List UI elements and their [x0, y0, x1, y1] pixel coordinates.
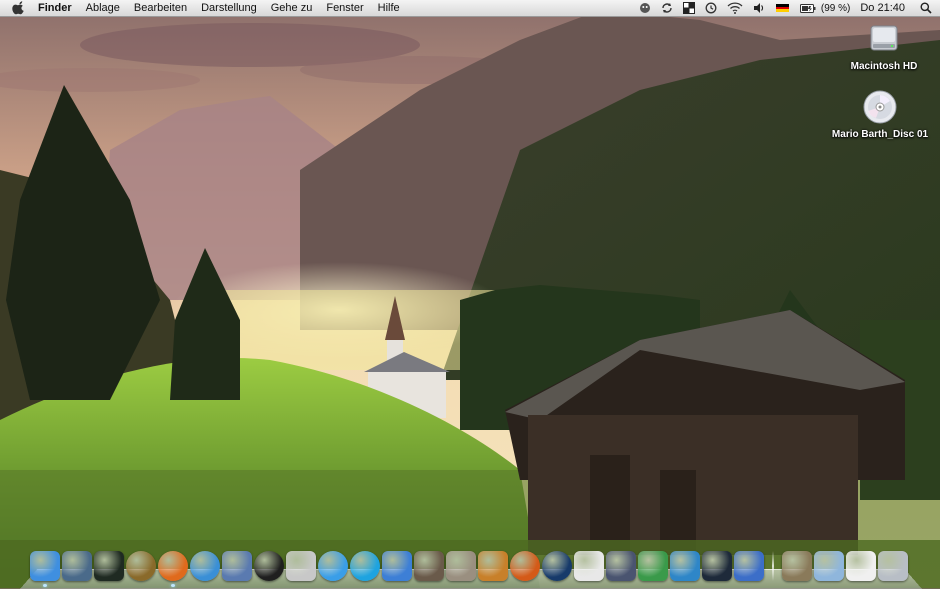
menu-clock[interactable]: Do 21:40: [860, 2, 905, 14]
numbers-icon[interactable]: [638, 551, 668, 581]
garageband-icon[interactable]: [478, 551, 508, 581]
desktop-icon-disc[interactable]: Mario Barth_Disc 01: [820, 90, 940, 142]
documents-stack-icon[interactable]: [846, 551, 876, 581]
preview-icon[interactable]: [222, 551, 252, 581]
menu-bearbeiten[interactable]: Bearbeiten: [134, 2, 187, 14]
battery-icon[interactable]: [799, 3, 816, 13]
safari-icon[interactable]: [190, 551, 220, 581]
status-area: (99 %) Do 21:40: [634, 0, 940, 16]
menu-darstellung[interactable]: Darstellung: [201, 2, 257, 14]
menu-fenster[interactable]: Fenster: [326, 2, 363, 14]
volume-icon[interactable]: [753, 2, 765, 14]
menu-bar: Finder Ablage Bearbeiten Darstellung Geh…: [0, 0, 940, 17]
wifi-icon[interactable]: [727, 2, 743, 14]
quill-icon[interactable]: [606, 551, 636, 581]
spotlight-icon[interactable]: [920, 2, 932, 14]
desktop-icon-label: Mario Barth_Disc 01: [831, 129, 929, 140]
wunderlist-icon[interactable]: [670, 551, 700, 581]
ichat-icon[interactable]: [318, 551, 348, 581]
running-indicator: [43, 584, 47, 587]
adium-icon[interactable]: [286, 551, 316, 581]
xcode-icon[interactable]: [734, 551, 764, 581]
activity-monitor-icon[interactable]: [94, 551, 124, 581]
menu-finder[interactable]: Finder: [38, 2, 72, 14]
image-capture-icon[interactable]: [446, 551, 476, 581]
dock: [30, 545, 920, 587]
downloads-stack-icon[interactable]: [782, 551, 812, 581]
skype-icon[interactable]: [350, 551, 380, 581]
menu-ablage[interactable]: Ablage: [86, 2, 120, 14]
menu-hilfe[interactable]: Hilfe: [378, 2, 400, 14]
trash-icon[interactable]: [878, 551, 908, 581]
eyetv-icon[interactable]: [702, 551, 732, 581]
dashboard-icon[interactable]: [62, 551, 92, 581]
desktop-icon-label: Macintosh HD: [850, 61, 918, 72]
gauge-icon[interactable]: [126, 551, 156, 581]
burn-icon[interactable]: [254, 551, 284, 581]
itunes-icon[interactable]: [382, 551, 412, 581]
menu-gehe-zu[interactable]: Gehe zu: [271, 2, 313, 14]
desktop-wallpaper: [0, 0, 940, 588]
battery-percent: (99 %): [820, 2, 851, 14]
applications-folder-icon[interactable]: [814, 551, 844, 581]
disc-icon: [863, 90, 897, 124]
growl-icon[interactable]: [639, 2, 651, 14]
sp-icon[interactable]: [542, 551, 572, 581]
finder-icon[interactable]: [30, 551, 60, 587]
desktop-icon-macintosh-hd[interactable]: Macintosh HD: [824, 22, 940, 74]
hard-drive-icon: [868, 22, 900, 56]
document-icon[interactable]: [574, 551, 604, 581]
german-flag-icon[interactable]: [775, 4, 789, 13]
firefox-icon[interactable]: [158, 551, 188, 587]
dock-separator: [772, 551, 774, 581]
running-indicator: [171, 584, 175, 587]
spaces-icon[interactable]: [682, 2, 695, 14]
sync-icon[interactable]: [661, 2, 673, 14]
reason-icon[interactable]: [510, 551, 540, 581]
apple-menu-icon[interactable]: [12, 1, 26, 15]
iphoto-icon[interactable]: [414, 551, 444, 581]
time-machine-icon[interactable]: [705, 2, 717, 14]
